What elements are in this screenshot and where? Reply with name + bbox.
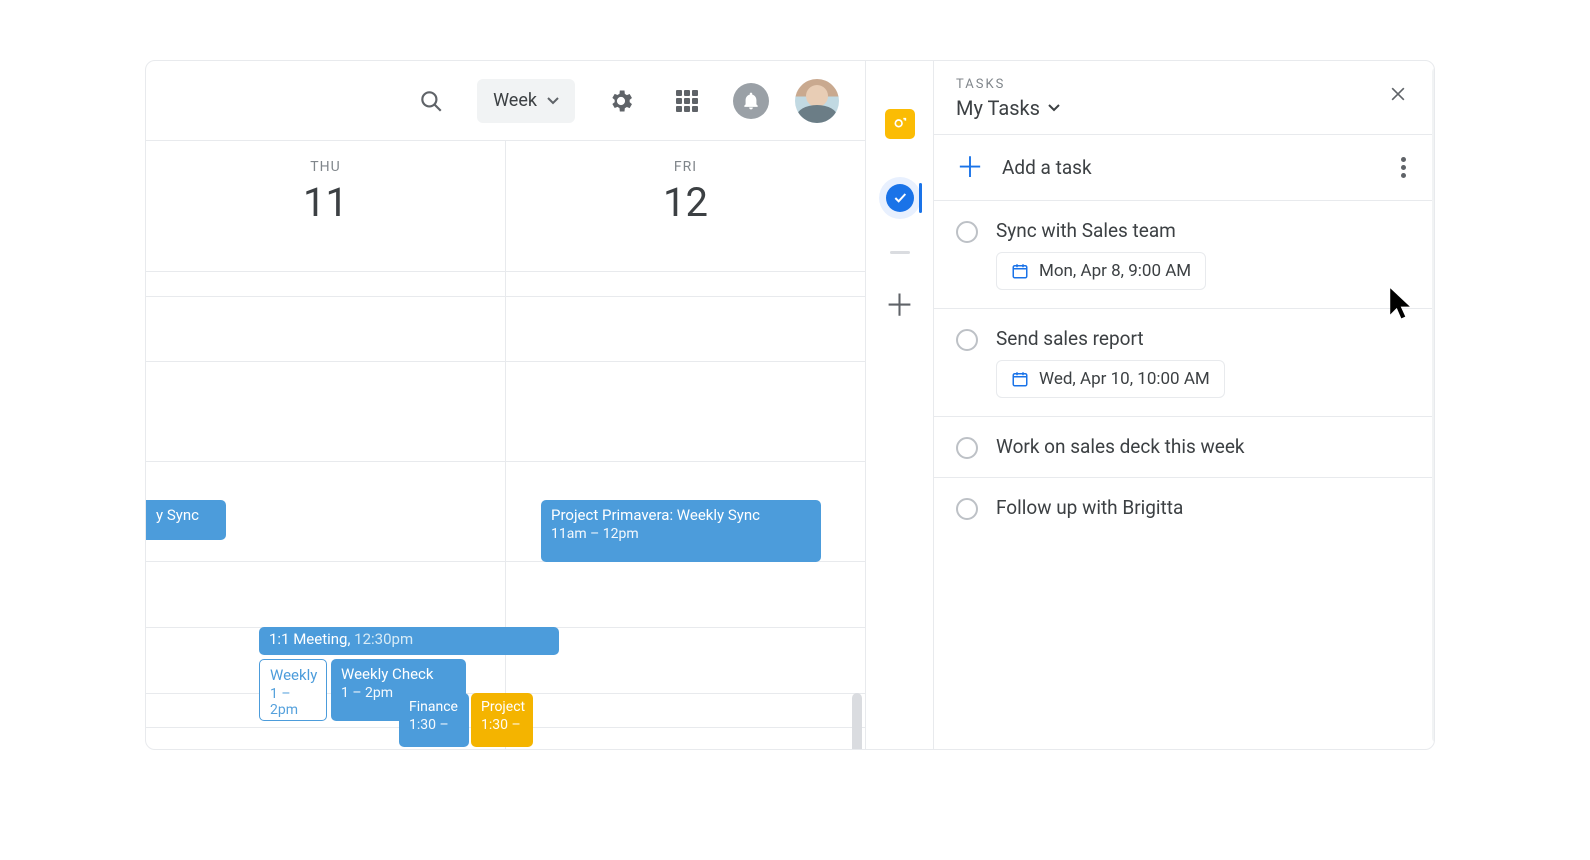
add-addon-button[interactable]: ＋: [879, 286, 921, 328]
tasks-eyebrow: TASKS: [956, 77, 1060, 92]
task-title: Work on sales deck this week: [996, 435, 1245, 458]
close-button[interactable]: [1384, 77, 1412, 115]
tasks-scrollbar[interactable]: [1432, 67, 1435, 743]
add-task-label: Add a task: [1002, 156, 1092, 179]
search-icon: [418, 88, 444, 114]
task-item[interactable]: Follow up with Brigitta: [934, 477, 1434, 538]
settings-button[interactable]: [601, 81, 641, 121]
apps-grid-icon: [676, 90, 698, 112]
bell-icon: [741, 91, 761, 111]
search-button[interactable]: [411, 81, 451, 121]
tasks-icon: [886, 184, 914, 212]
event-meeting[interactable]: 1:1 Meeting, 12:30pm: [259, 627, 559, 655]
calendar-pane: Week THU 11 FRI 12: [146, 61, 866, 749]
task-date-chip[interactable]: Mon, Apr 8, 9:00 AM: [996, 252, 1206, 290]
task-checkbox[interactable]: [956, 498, 978, 520]
task-date-chip[interactable]: Wed, Apr 10, 10:00 AM: [996, 360, 1225, 398]
task-checkbox[interactable]: [956, 221, 978, 243]
day-of-week: FRI: [674, 159, 697, 175]
event-project-frag[interactable]: Project 1:30 –: [471, 693, 533, 747]
event-primavera[interactable]: Project Primavera: Weekly Sync 11am – 12…: [541, 500, 821, 562]
event-time: 1 – 2pm: [270, 686, 316, 718]
task-title: Send sales report: [996, 327, 1225, 350]
add-task-row: ＋ Add a task: [934, 135, 1434, 201]
app-frame: Week THU 11 FRI 12: [145, 60, 1435, 750]
view-selector-label: Week: [493, 90, 537, 111]
time-grid[interactable]: y Sync 1:1 Meeting, 12:30pm Weekly 1 – 2…: [146, 297, 865, 749]
calendar-icon: [1011, 262, 1029, 280]
event-time: 11am – 12pm: [551, 526, 811, 542]
day-header-fri[interactable]: FRI 12: [505, 141, 865, 271]
event-time: 12:30pm: [354, 630, 413, 648]
event-time: 1:30 –: [481, 717, 523, 733]
tasks-panel: TASKS My Tasks ＋ Add a task: [934, 61, 1434, 749]
event-finance[interactable]: Finance 1:30 –: [399, 693, 469, 747]
task-checkbox[interactable]: [956, 437, 978, 459]
day-of-week: THU: [310, 159, 340, 175]
task-title: Sync with Sales team: [996, 219, 1206, 242]
day-number: 11: [303, 179, 348, 226]
kebab-icon: [1401, 157, 1406, 162]
event-sync-partial[interactable]: y Sync: [146, 500, 226, 540]
calendar-topbar: Week: [146, 61, 865, 141]
keep-button[interactable]: [879, 103, 921, 145]
notifications-button[interactable]: [733, 83, 769, 119]
task-checkbox[interactable]: [956, 329, 978, 351]
close-icon: [1388, 84, 1408, 104]
event-title: Weekly: [270, 666, 317, 684]
event-time: 1:30 –: [409, 717, 459, 733]
day-number: 12: [663, 179, 708, 226]
event-title: 1:1 Meeting: [269, 630, 347, 648]
event-title: Project: [481, 699, 525, 715]
event-title: Weekly Check: [341, 665, 434, 683]
grid-scrollbar[interactable]: [852, 693, 862, 749]
calendar-icon: [1011, 370, 1029, 388]
event-title: Finance: [409, 699, 458, 715]
add-task-button[interactable]: ＋ Add a task: [956, 156, 1092, 179]
task-item[interactable]: Sync with Sales team Mon, Apr 8, 9:00 AM: [934, 201, 1434, 308]
task-item[interactable]: Send sales report Wed, Apr 10, 10:00 AM: [934, 308, 1434, 416]
tasks-button[interactable]: [879, 177, 921, 219]
gear-icon: [607, 87, 635, 115]
task-title: Follow up with Brigitta: [996, 496, 1183, 519]
caret-down-icon: [1048, 104, 1060, 112]
account-avatar[interactable]: [795, 79, 839, 123]
tasks-menu-button[interactable]: [1395, 151, 1412, 184]
event-weekly-a[interactable]: Weekly 1 – 2pm: [259, 659, 327, 721]
caret-down-icon: [547, 97, 559, 105]
apps-button[interactable]: [667, 81, 707, 121]
view-selector[interactable]: Week: [477, 79, 575, 123]
task-item[interactable]: Work on sales deck this week: [934, 416, 1434, 477]
side-rail: ＋: [866, 61, 934, 749]
tasks-header: TASKS My Tasks: [934, 61, 1434, 135]
task-date-text: Mon, Apr 8, 9:00 AM: [1039, 261, 1191, 281]
day-headers: THU 11 FRI 12: [146, 141, 865, 271]
all-day-row: [146, 271, 865, 297]
rail-divider: [890, 251, 910, 254]
keep-icon: [885, 109, 915, 139]
task-list-name: My Tasks: [956, 96, 1040, 120]
task-date-text: Wed, Apr 10, 10:00 AM: [1039, 369, 1210, 389]
event-title: y Sync: [156, 506, 199, 524]
task-list-selector[interactable]: My Tasks: [956, 96, 1060, 120]
event-title: Project Primavera: Weekly Sync: [551, 506, 760, 524]
cursor-icon: [1388, 287, 1416, 321]
day-header-thu[interactable]: THU 11: [146, 141, 505, 271]
task-list: Sync with Sales team Mon, Apr 8, 9:00 AM…: [934, 201, 1434, 749]
